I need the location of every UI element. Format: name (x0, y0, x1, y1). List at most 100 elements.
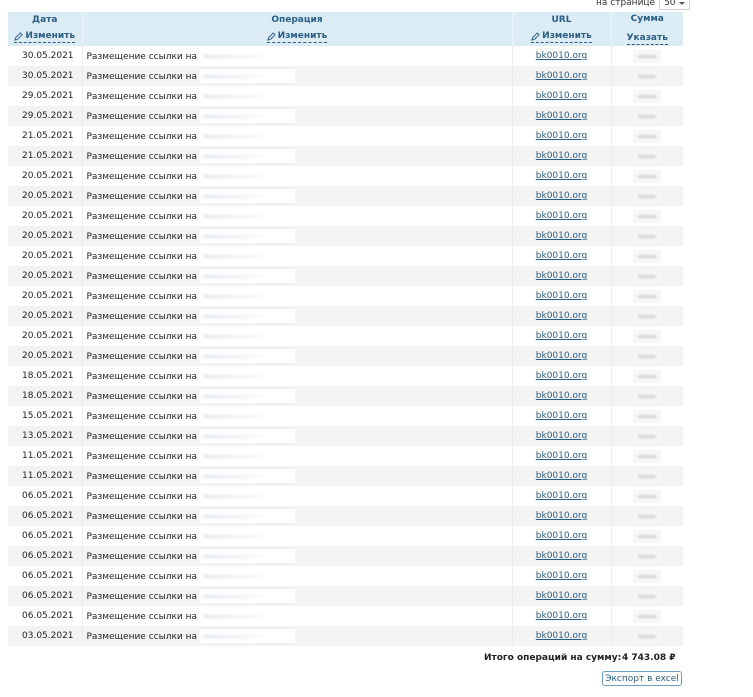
row-operation: Размещение ссылки на (82, 406, 513, 426)
table-row: 13.05.2021 Размещение ссылки на bk0010.org (8, 426, 683, 446)
row-operation: Размещение ссылки на (82, 206, 513, 226)
table-row: 11.05.2021 Размещение ссылки на bk0010.org (8, 446, 683, 466)
row-url-link[interactable]: bk0010.org (536, 631, 587, 641)
row-url-link[interactable]: bk0010.org (536, 391, 587, 401)
row-operation-text: Размещение ссылки на (86, 291, 198, 302)
row-url: bk0010.org (512, 486, 612, 506)
redacted-sum (633, 249, 662, 263)
row-url-link[interactable]: bk0010.org (536, 231, 587, 241)
row-url-link[interactable]: bk0010.org (536, 351, 587, 361)
redacted-site (199, 469, 296, 483)
row-url-link[interactable]: bk0010.org (536, 531, 587, 541)
row-operation-text: Размещение ссылки на (86, 431, 198, 442)
row-url-link[interactable]: bk0010.org (536, 371, 587, 381)
row-url-link[interactable]: bk0010.org (536, 491, 587, 501)
pencil-icon (14, 31, 24, 41)
row-url-link[interactable]: bk0010.org (536, 611, 587, 621)
redacted-site (199, 149, 296, 163)
row-date: 30.05.2021 (8, 66, 83, 86)
row-url-link[interactable]: bk0010.org (536, 251, 587, 261)
row-operation: Размещение ссылки на (82, 126, 513, 146)
row-url-link[interactable]: bk0010.org (536, 211, 587, 221)
row-operation-text: Размещение ссылки на (86, 91, 198, 102)
row-url: bk0010.org (512, 366, 612, 386)
table-row: 30.05.2021 Размещение ссылки на bk0010.org (8, 66, 683, 86)
redacted-site (199, 309, 296, 323)
row-url-link[interactable]: bk0010.org (536, 451, 587, 461)
row-url-link[interactable]: bk0010.org (536, 71, 587, 81)
table-row: 18.05.2021 Размещение ссылки на bk0010.org (8, 366, 683, 386)
table-row: 03.05.2021 Размещение ссылки на bk0010.org (8, 626, 683, 646)
table-header-row: Дата Изменить Операция Изменить URL Изме… (8, 12, 683, 46)
redacted-site (199, 589, 296, 603)
header-url: URL Изменить (512, 12, 612, 46)
row-operation: Размещение ссылки на (82, 46, 513, 66)
row-url-link[interactable]: bk0010.org (536, 271, 587, 281)
row-url-link[interactable]: bk0010.org (536, 91, 587, 101)
row-url-link[interactable]: bk0010.org (536, 551, 587, 561)
redacted-sum (633, 529, 662, 543)
row-date: 13.05.2021 (8, 426, 83, 446)
row-url-link[interactable]: bk0010.org (536, 331, 587, 341)
row-url: bk0010.org (512, 566, 612, 586)
table-row: 06.05.2021 Размещение ссылки на bk0010.org (8, 546, 683, 566)
pencil-icon (531, 31, 540, 41)
row-date: 15.05.2021 (8, 406, 83, 426)
row-url-link[interactable]: bk0010.org (536, 571, 587, 581)
row-url-link[interactable]: bk0010.org (536, 471, 587, 481)
row-url-link[interactable]: bk0010.org (536, 411, 587, 421)
table-row: 30.05.2021 Размещение ссылки на bk0010.org (8, 46, 683, 66)
table-body: 30.05.2021 Размещение ссылки на bk0010.org… (8, 46, 683, 646)
row-date: 20.05.2021 (8, 166, 83, 186)
row-operation-text: Размещение ссылки на (86, 591, 198, 602)
row-operation-text: Размещение ссылки на (86, 151, 198, 162)
row-url: bk0010.org (512, 66, 612, 86)
row-sum (611, 206, 683, 226)
export-excel-button[interactable]: Экспорт в excel (602, 671, 682, 686)
redacted-sum (633, 129, 662, 143)
per-page-select[interactable]: 50 (659, 0, 690, 10)
header-date-change[interactable]: Изменить (14, 30, 76, 43)
row-operation-text: Размещение ссылки на (86, 571, 198, 582)
row-operation-text: Размещение ссылки на (86, 311, 198, 322)
row-operation: Размещение ссылки на (82, 486, 513, 506)
row-url: bk0010.org (512, 586, 612, 606)
row-url-link[interactable]: bk0010.org (536, 151, 587, 161)
row-sum (611, 546, 683, 566)
row-url-link[interactable]: bk0010.org (536, 511, 587, 521)
row-url-link[interactable]: bk0010.org (536, 291, 587, 301)
row-operation-text: Размещение ссылки на (86, 111, 198, 122)
row-url-link[interactable]: bk0010.org (536, 51, 587, 61)
redacted-site (199, 349, 296, 363)
row-date: 18.05.2021 (8, 366, 83, 386)
row-url-link[interactable]: bk0010.org (536, 131, 587, 141)
header-operation-change[interactable]: Изменить (266, 31, 328, 43)
redacted-sum (633, 569, 662, 583)
row-url: bk0010.org (512, 446, 612, 466)
row-url-link[interactable]: bk0010.org (536, 111, 587, 121)
row-url-link[interactable]: bk0010.org (536, 191, 587, 201)
header-date-change-label: Изменить (25, 30, 76, 41)
redacted-site (199, 289, 296, 303)
row-operation: Размещение ссылки на (82, 586, 513, 606)
row-operation: Размещение ссылки на (82, 166, 513, 186)
header-url-change[interactable]: Изменить (531, 31, 592, 43)
table-row: 06.05.2021 Размещение ссылки на bk0010.org (8, 606, 683, 626)
redacted-sum (633, 209, 662, 223)
redacted-sum (633, 629, 662, 643)
row-url-link[interactable]: bk0010.org (536, 171, 587, 181)
row-sum (611, 106, 683, 126)
row-url: bk0010.org (512, 466, 612, 486)
row-operation: Размещение ссылки на (82, 106, 513, 126)
redacted-sum (633, 289, 662, 303)
row-operation: Размещение ссылки на (82, 506, 513, 526)
row-url-link[interactable]: bk0010.org (536, 311, 587, 321)
table-row: 11.05.2021 Размещение ссылки на bk0010.org (8, 466, 683, 486)
row-date: 06.05.2021 (8, 566, 83, 586)
row-url-link[interactable]: bk0010.org (536, 431, 587, 441)
header-sum-specify[interactable]: Указать (626, 33, 668, 45)
table-row: 20.05.2021 Размещение ссылки на bk0010.org (8, 286, 683, 306)
row-url-link[interactable]: bk0010.org (536, 591, 587, 601)
row-date: 30.05.2021 (8, 46, 83, 66)
row-operation-text: Размещение ссылки на (86, 411, 198, 422)
